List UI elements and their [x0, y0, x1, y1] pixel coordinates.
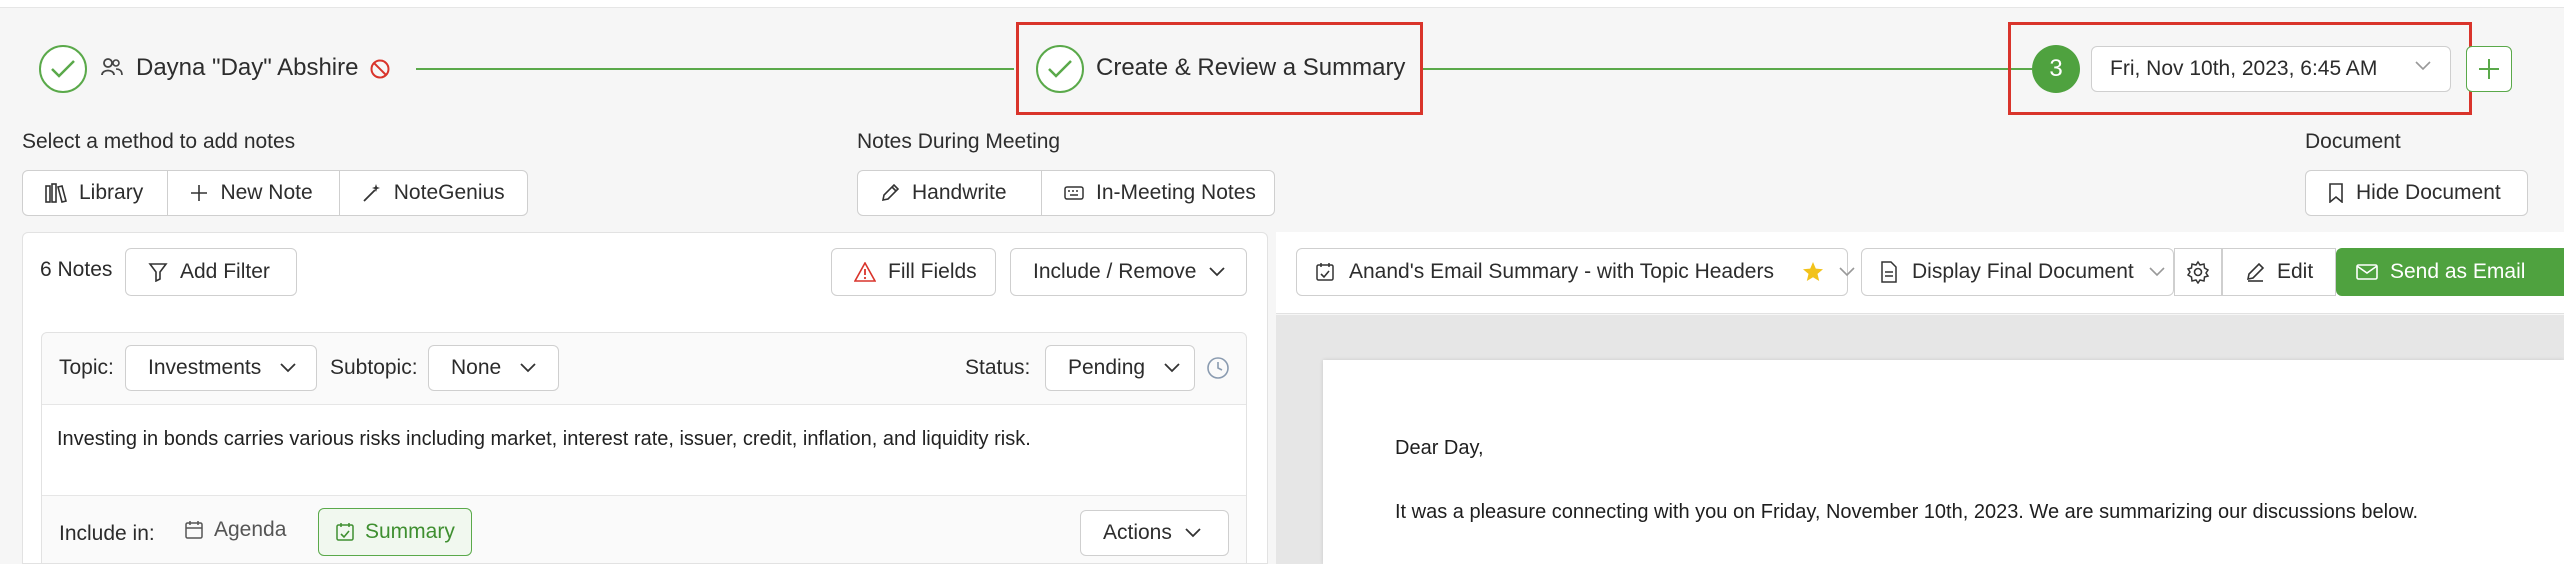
- note-text[interactable]: Investing in bonds carries various risks…: [57, 428, 1031, 451]
- calendar-check-icon: [1315, 262, 1335, 282]
- plus-icon: [190, 184, 208, 202]
- notegenius-label: NoteGenius: [393, 181, 505, 204]
- include-agenda-toggle[interactable]: Agenda: [184, 518, 286, 542]
- stepper-connector: [1422, 68, 2032, 70]
- include-agenda-label: Agenda: [214, 518, 287, 541]
- prohibited-icon: [369, 58, 391, 80]
- topic-dropdown[interactable]: Investments: [125, 345, 317, 391]
- top-bar: [0, 0, 2564, 8]
- chevron-down-icon: [2148, 266, 2166, 278]
- gear-icon: [2186, 260, 2210, 284]
- chevron-down-icon: [1838, 266, 1856, 278]
- calendar-check-icon: [335, 522, 355, 542]
- notes-count: 6 Notes: [40, 258, 113, 281]
- document-label: Document: [2305, 130, 2401, 153]
- library-label: Library: [79, 181, 144, 204]
- display-document-value: Display Final Document: [1912, 260, 2134, 283]
- edit-button[interactable]: Edit: [2222, 248, 2336, 296]
- chevron-down-icon: [1208, 266, 1226, 278]
- settings-button[interactable]: [2174, 248, 2222, 296]
- add-notes-label: Select a method to add notes: [22, 130, 296, 153]
- people-icon: [101, 58, 123, 76]
- topic-label: Topic:: [59, 356, 114, 379]
- step-title[interactable]: Create & Review a Summary: [1096, 54, 1405, 82]
- notegenius-button[interactable]: NoteGenius: [340, 171, 527, 215]
- actions-label: Actions: [1103, 521, 1172, 544]
- email-icon: [2356, 264, 2378, 280]
- meeting-date-value: Fri, Nov 10th, 2023, 6:45 AM: [2110, 57, 2378, 80]
- during-meeting-label: Notes During Meeting: [857, 130, 1061, 153]
- fill-fields-button[interactable]: Fill Fields: [831, 248, 996, 296]
- status-label: Status:: [965, 356, 1031, 379]
- include-remove-label: Include / Remove: [1033, 260, 1197, 283]
- calendar-icon: [184, 520, 204, 540]
- send-as-email-button[interactable]: Send as Email: [2336, 248, 2564, 296]
- handwrite-label: Handwrite: [912, 181, 1007, 204]
- warning-icon: [854, 262, 876, 282]
- send-as-email-label: Send as Email: [2390, 260, 2526, 283]
- step-complete-check-icon: [39, 45, 87, 93]
- hide-document-button[interactable]: Hide Document: [2305, 170, 2528, 216]
- add-notes-button-group: Library New Note NoteGenius: [22, 170, 528, 216]
- stepper-connector: [416, 68, 1014, 70]
- hide-document-label: Hide Document: [2356, 181, 2501, 204]
- new-note-label: New Note: [220, 181, 313, 204]
- star-icon[interactable]: [1802, 261, 1824, 283]
- library-icon: [45, 183, 67, 203]
- chevron-down-icon: [519, 362, 537, 374]
- divider: [42, 495, 1246, 496]
- status-dropdown[interactable]: Pending: [1045, 345, 1195, 391]
- include-summary-toggle[interactable]: Summary: [318, 508, 472, 556]
- subtopic-dropdown[interactable]: None: [428, 345, 559, 391]
- document-paragraph: It was a pleasure connecting with you on…: [1395, 501, 2419, 523]
- subtopic-value: None: [451, 356, 502, 379]
- subtopic-label: Subtopic:: [330, 356, 418, 379]
- in-meeting-notes-label: In-Meeting Notes: [1096, 181, 1256, 204]
- client-name[interactable]: Dayna "Day" Abshire: [136, 54, 358, 82]
- meeting-date-select[interactable]: Fri, Nov 10th, 2023, 6:45 AM: [2091, 46, 2451, 92]
- in-meeting-notes-button[interactable]: In-Meeting Notes: [1042, 171, 1274, 215]
- edit-label: Edit: [2277, 260, 2314, 283]
- handwrite-button[interactable]: Handwrite: [858, 171, 1042, 215]
- include-in-label: Include in:: [59, 522, 155, 545]
- actions-dropdown[interactable]: Actions: [1080, 510, 1229, 556]
- status-value: Pending: [1068, 356, 1146, 379]
- new-note-button[interactable]: New Note: [168, 171, 340, 215]
- filter-icon: [148, 262, 168, 282]
- library-button[interactable]: Library: [23, 171, 169, 215]
- include-remove-dropdown[interactable]: Include / Remove: [1010, 248, 1247, 296]
- add-meeting-button[interactable]: [2466, 46, 2512, 92]
- pencil-icon: [2245, 262, 2265, 282]
- clock-icon[interactable]: [1206, 356, 1230, 380]
- add-filter-button[interactable]: Add Filter: [125, 248, 297, 296]
- chevron-down-icon: [1163, 362, 1181, 374]
- step-complete-check-icon: [1036, 45, 1084, 93]
- add-filter-label: Add Filter: [180, 260, 270, 283]
- plus-icon: [2477, 57, 2501, 81]
- include-summary-label: Summary: [365, 520, 455, 543]
- pencil-icon: [880, 183, 900, 203]
- meeting-number-badge: 3: [2032, 45, 2080, 93]
- topic-value: Investments: [148, 356, 262, 379]
- document-greeting: Dear Day,: [1395, 437, 1484, 459]
- document-icon: [1880, 261, 1898, 283]
- document-page: [1323, 360, 2564, 564]
- template-value: Anand's Email Summary - with Topic Heade…: [1349, 260, 1774, 283]
- magic-wand-icon: [362, 183, 382, 203]
- chevron-down-icon: [2414, 60, 2432, 72]
- display-document-select[interactable]: Display Final Document: [1861, 248, 2174, 296]
- template-select[interactable]: Anand's Email Summary - with Topic Heade…: [1296, 248, 1855, 296]
- during-meeting-button-group: Handwrite In-Meeting Notes: [857, 170, 1275, 216]
- bookmark-icon: [2328, 183, 2344, 203]
- chevron-down-icon: [1184, 527, 1202, 539]
- chevron-down-icon: [279, 362, 297, 374]
- keyboard-icon: [1064, 186, 1084, 200]
- fill-fields-label: Fill Fields: [888, 260, 977, 283]
